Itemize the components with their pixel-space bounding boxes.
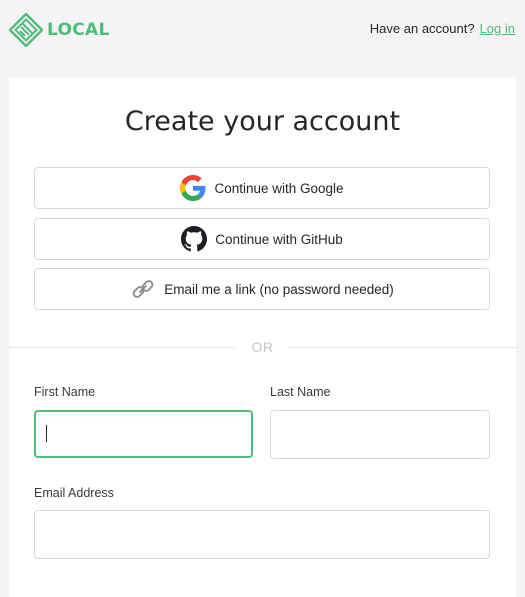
email-magic-link-button[interactable]: Email me a link (no password needed) <box>34 268 490 310</box>
email-magic-link-label: Email me a link (no password needed) <box>164 281 394 297</box>
google-icon <box>180 175 206 201</box>
last-name-label: Last Name <box>270 385 331 399</box>
first-name-label: First Name <box>34 385 96 399</box>
divider-right <box>289 347 516 348</box>
first-name-input[interactable] <box>34 410 253 458</box>
continue-with-github-label: Continue with GitHub <box>215 231 343 247</box>
link-icon <box>130 276 156 302</box>
github-icon <box>181 226 208 252</box>
email-address-label: Email Address <box>34 486 114 500</box>
last-name-input[interactable] <box>270 410 490 459</box>
email-address-input[interactable] <box>34 510 490 559</box>
logo[interactable]: LOCAL <box>9 13 110 47</box>
page-title: Create your account <box>124 106 401 137</box>
logo-text: LOCAL <box>47 20 110 40</box>
login-link[interactable]: Log in <box>480 21 515 36</box>
local-logo-icon <box>9 13 43 47</box>
text-cursor <box>46 425 47 442</box>
continue-with-github-button[interactable]: Continue with GitHub <box>34 218 490 260</box>
continue-with-google-label: Continue with Google <box>214 180 344 196</box>
top-bar: LOCAL Have an account? Log in <box>0 0 525 62</box>
account-prompt: Have an account? Log in <box>370 21 515 36</box>
continue-with-google-button[interactable]: Continue with Google <box>34 167 490 209</box>
account-prompt-text: Have an account? <box>369 21 475 36</box>
